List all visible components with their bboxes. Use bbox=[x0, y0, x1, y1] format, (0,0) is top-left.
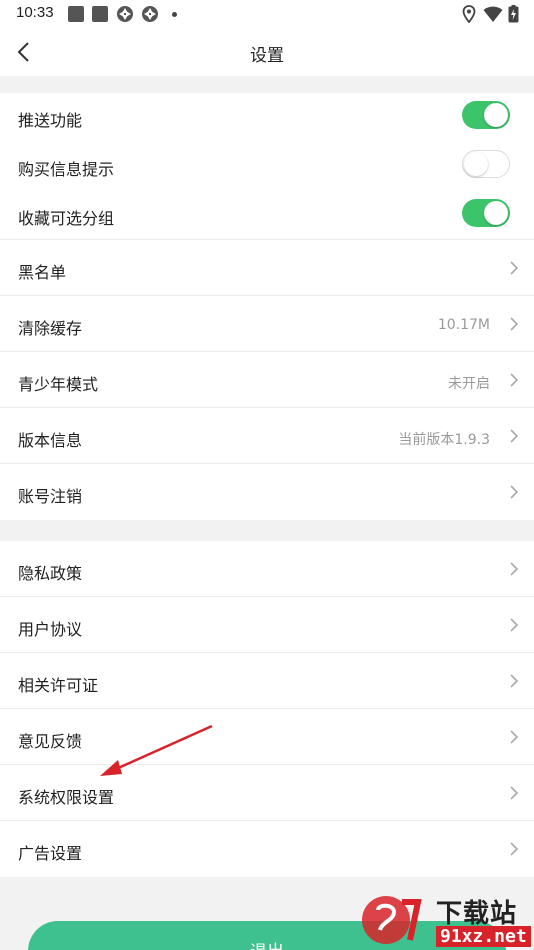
status-bar: 10:33 bbox=[0, 0, 534, 28]
chevron-right-icon bbox=[510, 730, 519, 744]
aperture-icon bbox=[142, 6, 158, 22]
row-label: 广告设置 bbox=[18, 844, 83, 863]
ad-settings-row[interactable]: 广告设置 bbox=[0, 821, 534, 877]
watermark-text: 下载站 bbox=[436, 899, 518, 929]
chevron-right-icon bbox=[510, 562, 519, 576]
chevron-right-icon bbox=[510, 786, 519, 800]
wifi-icon bbox=[483, 6, 503, 22]
page-title: 设置 bbox=[250, 46, 284, 66]
row-label: 购买信息提示 bbox=[18, 160, 115, 179]
chevron-right-icon bbox=[510, 429, 519, 443]
push-notification-toggle[interactable] bbox=[462, 101, 510, 129]
user-agreement-row[interactable]: 用户协议 bbox=[0, 597, 534, 653]
row-label: 意见反馈 bbox=[18, 732, 83, 751]
toggle-knob bbox=[464, 151, 488, 176]
chevron-right-icon bbox=[510, 674, 519, 688]
row-label: 收藏可选分组 bbox=[18, 209, 115, 228]
clear-cache-row[interactable]: 清除缓存 10.17M bbox=[0, 296, 534, 352]
account-deletion-row[interactable]: 账号注销 bbox=[0, 464, 534, 520]
system-permissions-row[interactable]: 系统权限设置 bbox=[0, 765, 534, 821]
location-icon bbox=[462, 5, 476, 23]
chevron-right-icon bbox=[510, 618, 519, 632]
teen-mode-row[interactable]: 青少年模式 未开启 bbox=[0, 352, 534, 408]
version-info-row[interactable]: 版本信息 当前版本1.9.3 bbox=[0, 408, 534, 464]
notification-icon bbox=[92, 6, 108, 22]
chevron-right-icon bbox=[510, 373, 519, 387]
chevron-right-icon bbox=[510, 842, 519, 856]
favorite-group-row: 收藏可选分组 bbox=[0, 191, 534, 240]
title-bar: 设置 bbox=[0, 28, 534, 76]
favorite-group-toggle[interactable] bbox=[462, 199, 510, 227]
settings-group-general: 推送功能 购买信息提示 收藏可选分组 黑名单 清除缓存 10.17M 青少年模式… bbox=[0, 93, 534, 520]
battery-icon bbox=[508, 5, 519, 23]
teen-mode-status: 未开启 bbox=[448, 376, 490, 392]
chevron-right-icon bbox=[510, 317, 519, 331]
status-time: 10:33 bbox=[16, 4, 54, 21]
feedback-row[interactable]: 意见反馈 bbox=[0, 709, 534, 765]
settings-group-legal: 隐私政策 用户协议 相关许可证 意见反馈 系统权限设置 广告设置 bbox=[0, 541, 534, 877]
push-notification-row: 推送功能 bbox=[0, 93, 534, 142]
row-label: 版本信息 bbox=[18, 431, 83, 450]
more-notifications-dot bbox=[172, 12, 177, 17]
chevron-right-icon bbox=[510, 485, 519, 499]
privacy-policy-row[interactable]: 隐私政策 bbox=[0, 541, 534, 597]
row-label: 系统权限设置 bbox=[18, 788, 115, 807]
purchase-info-row: 购买信息提示 bbox=[0, 142, 534, 191]
chevron-right-icon bbox=[510, 261, 519, 275]
row-label: 推送功能 bbox=[18, 111, 83, 130]
version-value: 当前版本1.9.3 bbox=[398, 432, 490, 448]
cache-size-value: 10.17M bbox=[437, 317, 490, 333]
watermark-domain: 91xz.net bbox=[436, 926, 531, 947]
blacklist-row[interactable]: 黑名单 bbox=[0, 240, 534, 296]
row-label: 相关许可证 bbox=[18, 676, 99, 695]
aperture-icon bbox=[117, 6, 133, 22]
licenses-row[interactable]: 相关许可证 bbox=[0, 653, 534, 709]
notification-icon bbox=[68, 6, 84, 22]
row-label: 黑名单 bbox=[18, 263, 67, 282]
row-label: 账号注销 bbox=[18, 487, 83, 506]
row-label: 隐私政策 bbox=[18, 564, 83, 583]
row-label: 用户协议 bbox=[18, 620, 83, 639]
toggle-knob bbox=[484, 201, 508, 225]
purchase-info-toggle[interactable] bbox=[462, 150, 510, 178]
row-label: 青少年模式 bbox=[18, 375, 99, 394]
toggle-knob bbox=[484, 103, 508, 127]
row-label: 清除缓存 bbox=[18, 319, 83, 338]
